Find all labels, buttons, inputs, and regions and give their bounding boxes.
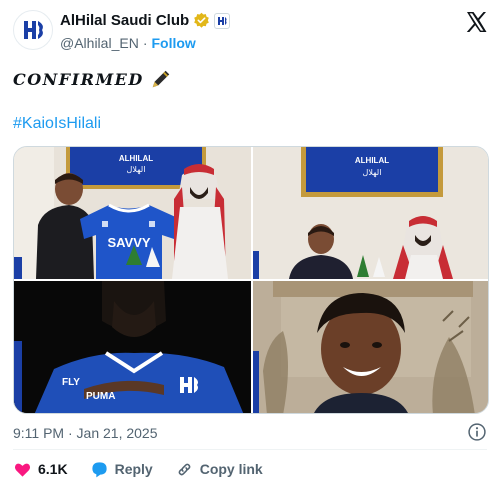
shirt-sponsor-text: SAVVY	[107, 235, 150, 250]
reply-bubble-icon	[91, 461, 107, 477]
pen-icon	[152, 70, 169, 88]
board-text-bottom: الهلال	[127, 165, 146, 174]
copy-link-label: Copy link	[199, 461, 263, 477]
separator-dot: ·	[142, 35, 148, 51]
author-display-name[interactable]: AlHilal Saudi Club	[60, 12, 189, 29]
reply-label: Reply	[114, 461, 153, 477]
board-text-bottom: الهلال	[363, 168, 382, 177]
author-handle[interactable]: @Alhilal_EN	[60, 35, 139, 51]
like-button[interactable]: 6.1K	[13, 460, 68, 479]
follow-button[interactable]: Follow	[151, 35, 195, 51]
like-count: 6.1K	[38, 461, 68, 477]
photo-seated-meeting[interactable]: ALHILAL الهلال	[253, 147, 488, 279]
heart-icon	[14, 463, 31, 477]
tweet-card: AlHilal Saudi Club @Alhilal_EN · Follow …	[0, 0, 500, 487]
board-text-top: ALHILAL	[119, 154, 153, 163]
shirt-brand-text: PUMA	[86, 391, 115, 402]
author-handle-row: @Alhilal_EN · Follow	[60, 35, 196, 51]
alhilal-logo-icon	[24, 21, 43, 39]
reply-button[interactable]: Reply	[90, 460, 153, 479]
author-name-row: AlHilal Saudi Club	[60, 12, 231, 29]
photo-signing-shirt[interactable]: ALHILAL الهلال SAVVY	[14, 147, 251, 279]
copy-link-button[interactable]: Copy link	[175, 460, 263, 479]
shirt-sponsor-text: FLY	[62, 377, 80, 388]
info-icon[interactable]	[467, 422, 487, 442]
photo-kit-closeup[interactable]: FLY PUMA	[14, 281, 251, 413]
x-logo-icon[interactable]	[464, 10, 488, 34]
link-icon	[178, 463, 191, 475]
post-text: CONFIRMED	[13, 68, 172, 90]
hashtag-link[interactable]: #KaioIsHilali	[13, 115, 101, 133]
avatar[interactable]	[13, 10, 53, 50]
post-timestamp[interactable]: 9:11 PM · Jan 21, 2025	[13, 425, 158, 441]
photo-smiling-portrait[interactable]	[253, 281, 488, 413]
post-text-line: CONFIRMED	[13, 69, 144, 89]
affiliate-badge-icon	[214, 12, 231, 29]
action-bar: 6.1K Reply Copy link	[13, 458, 285, 480]
board-text-top: ALHILAL	[355, 156, 389, 165]
media-grid[interactable]: ALHILAL الهلال SAVVY ALHILAL الهلال FLY …	[13, 146, 489, 414]
divider	[13, 449, 487, 450]
verified-badge-icon	[194, 12, 209, 28]
